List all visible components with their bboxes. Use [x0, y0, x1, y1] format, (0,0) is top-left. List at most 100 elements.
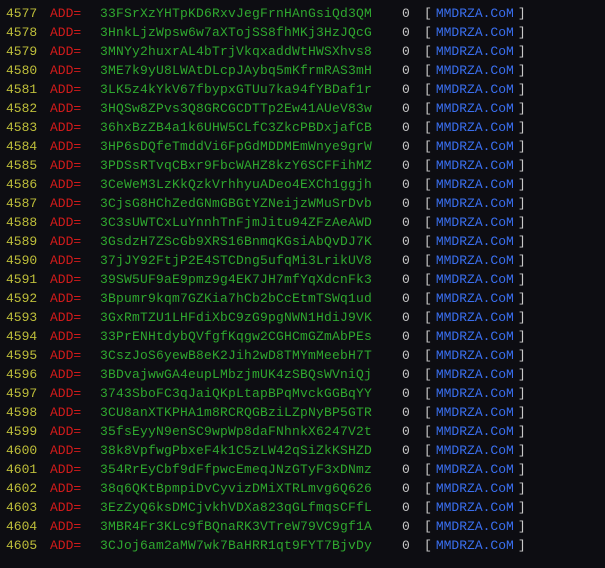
domain-tag: MMDRZA.CoM: [432, 232, 518, 251]
log-row: 4605ADD=3CJoj6am2aMW7wk7BaHRR1qt9FYT7Bjv…: [6, 536, 599, 555]
row-number: 4596: [6, 365, 50, 384]
row-number: 4604: [6, 517, 50, 536]
add-label: ADD=: [50, 232, 100, 251]
bracket-open: [: [424, 479, 432, 498]
bracket-close: ]: [518, 384, 526, 403]
log-row: 4579ADD=3MNYy2huxrAL4bTrjVkqxaddWtHWSXhv…: [6, 42, 599, 61]
log-row: 4596ADD=3BDvajwwGA4eupLMbzjmUK4zSBQsWVni…: [6, 365, 599, 384]
add-label: ADD=: [50, 441, 100, 460]
bracket-close: ]: [518, 270, 526, 289]
log-row: 4593ADD=3GxRmTZU1LHFdiXbC9zG9pgNWN1HdiJ9…: [6, 308, 599, 327]
log-row: 4588ADD=3C3sUWTCxLuYnnhTnFjmJitu94ZFzAeA…: [6, 213, 599, 232]
status-value: 0: [402, 498, 424, 517]
log-row: 4599ADD=35fsEyyN9enSC9wpWp8daFNhnkX6247V…: [6, 422, 599, 441]
bracket-close: ]: [518, 194, 526, 213]
address-hash: 3PDSsRTvqCBxr9FbcWAHZ8kzY6SCFFihMZ: [100, 156, 402, 175]
address-hash: 3Bpumr9kqm7GZKia7hCb2bCcEtmTSWq1ud: [100, 289, 402, 308]
add-label: ADD=: [50, 137, 100, 156]
domain-tag: MMDRZA.CoM: [432, 327, 518, 346]
row-number: 4590: [6, 251, 50, 270]
bracket-close: ]: [518, 365, 526, 384]
add-label: ADD=: [50, 213, 100, 232]
address-hash: 3CU8anXTKPHA1m8RCRQGBziLZpNyBP5GTR: [100, 403, 402, 422]
bracket-close: ]: [518, 327, 526, 346]
row-number: 4600: [6, 441, 50, 460]
status-value: 0: [402, 232, 424, 251]
log-row: 4598ADD=3CU8anXTKPHA1m8RCRQGBziLZpNyBP5G…: [6, 403, 599, 422]
bracket-close: ]: [518, 156, 526, 175]
bracket-close: ]: [518, 536, 526, 555]
domain-tag: MMDRZA.CoM: [432, 422, 518, 441]
bracket-open: [: [424, 99, 432, 118]
bracket-open: [: [424, 232, 432, 251]
row-number: 4592: [6, 289, 50, 308]
status-value: 0: [402, 137, 424, 156]
status-value: 0: [402, 80, 424, 99]
bracket-close: ]: [518, 441, 526, 460]
domain-tag: MMDRZA.CoM: [432, 441, 518, 460]
status-value: 0: [402, 175, 424, 194]
address-hash: 37jJY92FtjP2E4STCDng5ufqMi3LrikUV8: [100, 251, 402, 270]
bracket-open: [: [424, 308, 432, 327]
bracket-close: ]: [518, 251, 526, 270]
domain-tag: MMDRZA.CoM: [432, 479, 518, 498]
add-label: ADD=: [50, 403, 100, 422]
add-label: ADD=: [50, 384, 100, 403]
bracket-open: [: [424, 365, 432, 384]
bracket-open: [: [424, 194, 432, 213]
row-number: 4584: [6, 137, 50, 156]
bracket-open: [: [424, 61, 432, 80]
bracket-open: [: [424, 270, 432, 289]
status-value: 0: [402, 213, 424, 232]
status-value: 0: [402, 61, 424, 80]
add-label: ADD=: [50, 517, 100, 536]
address-hash: 3HQSw8ZPvs3Q8GRCGCDTTp2Ew41AUeV83w: [100, 99, 402, 118]
add-label: ADD=: [50, 479, 100, 498]
bracket-open: [: [424, 156, 432, 175]
status-value: 0: [402, 536, 424, 555]
status-value: 0: [402, 99, 424, 118]
address-hash: 3MNYy2huxrAL4bTrjVkqxaddWtHWSXhvs8: [100, 42, 402, 61]
address-hash: 3CjsG8HChZedGNmGBGtYZNeijzWMuSrDvb: [100, 194, 402, 213]
log-row: 4585ADD=3PDSsRTvqCBxr9FbcWAHZ8kzY6SCFFih…: [6, 156, 599, 175]
bracket-close: ]: [518, 289, 526, 308]
log-row: 4603ADD=3EzZyQ6ksDMCjvkhVDXa823qGLfmqsCF…: [6, 498, 599, 517]
log-row: 4584ADD=3HP6sDQfeTmddVi6FpGdMDDMEmWnye9g…: [6, 137, 599, 156]
bracket-close: ]: [518, 61, 526, 80]
status-value: 0: [402, 251, 424, 270]
bracket-open: [: [424, 460, 432, 479]
add-label: ADD=: [50, 61, 100, 80]
domain-tag: MMDRZA.CoM: [432, 80, 518, 99]
log-row: 4601ADD=354RrEyCbf9dFfpwcEmeqJNzGTyF3xDN…: [6, 460, 599, 479]
bracket-close: ]: [518, 80, 526, 99]
address-hash: 3BDvajwwGA4eupLMbzjmUK4zSBQsWVniQj: [100, 365, 402, 384]
domain-tag: MMDRZA.CoM: [432, 403, 518, 422]
domain-tag: MMDRZA.CoM: [432, 536, 518, 555]
bracket-close: ]: [518, 175, 526, 194]
status-value: 0: [402, 479, 424, 498]
add-label: ADD=: [50, 346, 100, 365]
address-hash: 3HP6sDQfeTmddVi6FpGdMDDMEmWnye9grW: [100, 137, 402, 156]
bracket-open: [: [424, 80, 432, 99]
domain-tag: MMDRZA.CoM: [432, 308, 518, 327]
add-label: ADD=: [50, 99, 100, 118]
address-hash: 3EzZyQ6ksDMCjvkhVDXa823qGLfmqsCFfL: [100, 498, 402, 517]
bracket-close: ]: [518, 4, 526, 23]
row-number: 4581: [6, 80, 50, 99]
domain-tag: MMDRZA.CoM: [432, 137, 518, 156]
bracket-open: [: [424, 289, 432, 308]
log-row: 4592ADD=3Bpumr9kqm7GZKia7hCb2bCcEtmTSWq1…: [6, 289, 599, 308]
status-value: 0: [402, 346, 424, 365]
bracket-open: [: [424, 4, 432, 23]
row-number: 4579: [6, 42, 50, 61]
bracket-close: ]: [518, 460, 526, 479]
address-hash: 39SW5UF9aE9pmz9g4EK7JH7mfYqXdcnFk3: [100, 270, 402, 289]
status-value: 0: [402, 422, 424, 441]
row-number: 4587: [6, 194, 50, 213]
log-row: 4577ADD=33FSrXzYHTpKD6RxvJegFrnHAnGsiQd3…: [6, 4, 599, 23]
bracket-open: [: [424, 42, 432, 61]
status-value: 0: [402, 384, 424, 403]
status-value: 0: [402, 23, 424, 42]
log-row: 4586ADD=3CeWeM3LzKkQzkVrhhyuADeo4EXCh1gg…: [6, 175, 599, 194]
bracket-close: ]: [518, 213, 526, 232]
